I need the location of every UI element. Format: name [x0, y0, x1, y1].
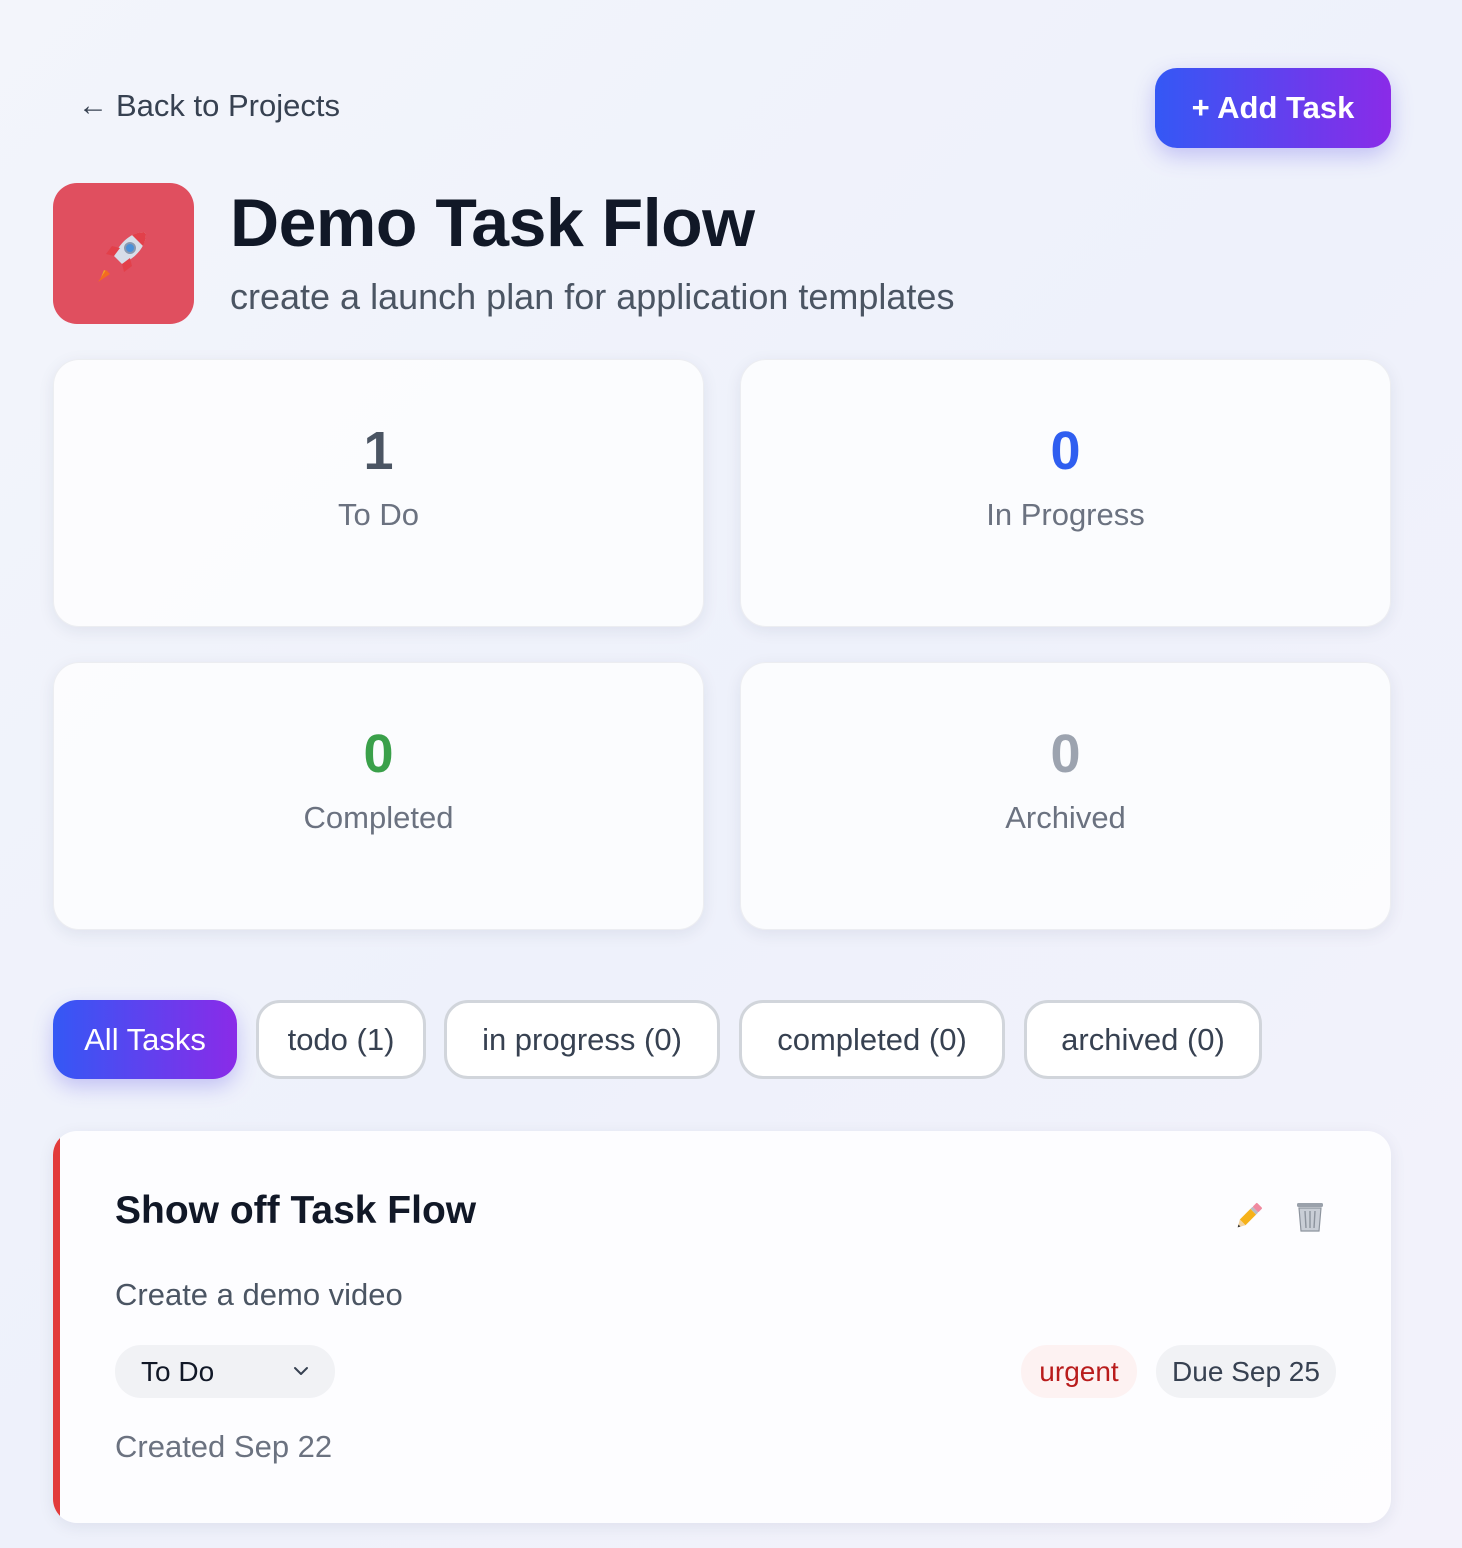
priority-indicator-bar	[53, 1131, 60, 1523]
stat-label-in-progress: In Progress	[986, 497, 1145, 532]
stat-card-completed: 0 Completed	[53, 662, 704, 930]
stat-label-todo: To Do	[338, 497, 419, 532]
filter-todo[interactable]: todo (1)	[256, 1000, 426, 1079]
project-title: Demo Task Flow	[230, 185, 755, 261]
due-date-badge: Due Sep 25	[1156, 1345, 1336, 1398]
project-icon-tile	[53, 183, 194, 324]
stat-label-archived: Archived	[1005, 800, 1126, 835]
stat-card-archived: 0 Archived	[740, 662, 1391, 930]
stat-card-todo: 1 To Do	[53, 359, 704, 627]
back-to-projects-link[interactable]: ← Back to Projects	[78, 88, 340, 124]
back-arrow-icon: ←	[78, 89, 108, 122]
stat-card-in-progress: 0 In Progress	[740, 359, 1391, 627]
task-title: Show off Task Flow	[115, 1189, 477, 1232]
task-status-select[interactable]: To Do	[115, 1345, 335, 1398]
filter-archived[interactable]: archived (0)	[1024, 1000, 1262, 1079]
edit-task-button[interactable]	[1228, 1195, 1270, 1237]
back-link-label: Back to Projects	[116, 88, 340, 123]
task-status-value: To Do	[141, 1355, 215, 1387]
stat-label-completed: Completed	[303, 800, 454, 835]
task-created-date: Created Sep 22	[115, 1429, 333, 1464]
trash-icon	[1297, 1203, 1323, 1232]
filter-all-tasks[interactable]: All Tasks	[53, 1000, 237, 1079]
chevron-down-icon	[294, 1367, 308, 1375]
filter-completed[interactable]: completed (0)	[739, 1000, 1005, 1079]
delete-task-button[interactable]	[1289, 1195, 1331, 1237]
stat-value-in-progress: 0	[1050, 421, 1081, 481]
project-page: ← Back to Projects + Add Task Demo Task …	[0, 0, 1462, 1548]
rocket-icon	[97, 231, 146, 282]
pencil-icon	[1237, 1202, 1263, 1228]
task-description: Create a demo video	[115, 1277, 403, 1312]
stat-value-todo: 1	[363, 421, 394, 481]
stat-value-completed: 0	[363, 724, 394, 784]
stat-value-archived: 0	[1050, 724, 1081, 784]
add-task-button[interactable]: + Add Task	[1155, 68, 1391, 148]
project-subtitle: create a launch plan for application tem…	[230, 276, 955, 317]
task-card[interactable]: Show off Task Flow Create a demo video T…	[53, 1131, 1391, 1523]
priority-badge: urgent	[1021, 1345, 1137, 1398]
filter-in-progress[interactable]: in progress (0)	[444, 1000, 720, 1079]
